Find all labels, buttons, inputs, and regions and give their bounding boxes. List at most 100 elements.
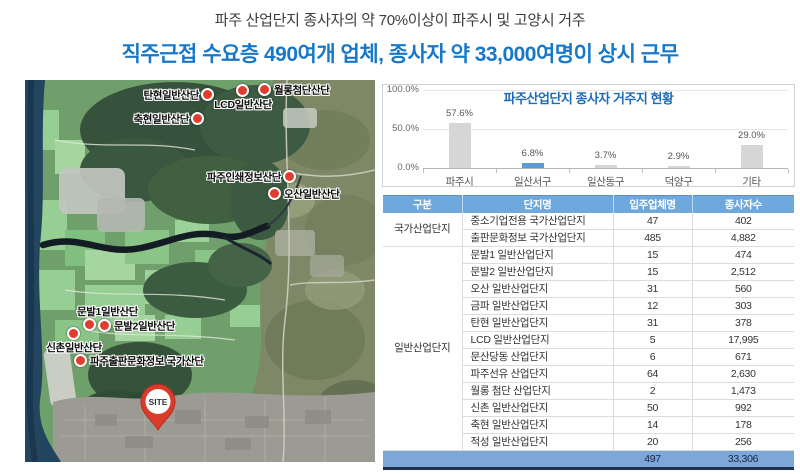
firms-cell: 6	[613, 349, 692, 366]
map-marker-label: LCD일반산단	[214, 97, 271, 112]
map-marker-label: 파주출판문화정보 국가산단	[90, 354, 204, 369]
chart-bar	[741, 145, 763, 168]
chart-bar	[595, 165, 617, 168]
workers-cell: 4,882	[692, 230, 794, 247]
chart-plot: 57.6% 6.8%3.7%2.9%29.0%	[423, 90, 788, 169]
x-axis-label: 일산동구	[569, 174, 642, 189]
map-marker: 신촌일반산단	[67, 327, 81, 341]
map-marker: 탄현일반산단	[201, 88, 215, 102]
table-header-cell: 단지명	[462, 196, 613, 214]
table-total-row: 49733,306	[383, 451, 794, 469]
x-axis-labels: 파주시일산서구일산동구덕양구기타	[423, 174, 788, 189]
axis-tick	[423, 169, 424, 173]
table-body: 국가산업단지중소기업전용 국가산업단지47402출판문화정보 국가산업단지485…	[383, 213, 794, 469]
table-header-cell: 입주업체명	[613, 196, 692, 214]
map-marker-label: 오산일반산단	[284, 187, 340, 202]
page-title: 파주 산업단지 종사자의 약 70%이상이 파주시 및 고양시 거주	[0, 9, 800, 30]
firms-cell: 14	[613, 417, 692, 434]
complex-name-cell: 문발1 일반산업단지	[462, 247, 613, 264]
firms-cell: 15	[613, 264, 692, 281]
workers-cell: 992	[692, 400, 794, 417]
workers-cell: 671	[692, 349, 794, 366]
map-marker-dot	[98, 319, 111, 332]
firms-cell: 47	[613, 213, 692, 230]
chart-bar-slot: 29.0%	[715, 90, 788, 168]
chart-bar-slot: 6.8%	[496, 90, 569, 168]
axis-tick	[496, 169, 497, 173]
table-header: 구분단지명입주업체명종사자수	[383, 196, 794, 214]
map-marker-dot	[258, 83, 271, 96]
workers-cell: 2,630	[692, 366, 794, 383]
firms-cell: 20	[613, 434, 692, 451]
firms-cell: 50	[613, 400, 692, 417]
map-marker-dot	[268, 187, 281, 200]
complex-name-cell: 금파 일반산업단지	[462, 298, 613, 315]
y-axis-tick: 0.0%	[383, 162, 419, 173]
workers-cell: 2,512	[692, 264, 794, 281]
workers-cell: 402	[692, 213, 794, 230]
map-marker-label: 축현일반산단	[133, 112, 189, 127]
complex-name-cell: 축현 일반산업단지	[462, 417, 613, 434]
complex-name-cell: 신촌 일반산업단지	[462, 400, 613, 417]
firms-cell: 64	[613, 366, 692, 383]
map-marker-label: 월롱첨단산단	[274, 83, 330, 98]
map-marker-label: 문발2일반산단	[114, 319, 175, 334]
complex-name-cell: 문발2 일반산업단지	[462, 264, 613, 281]
firms-cell: 31	[613, 281, 692, 298]
map-marker-dot	[236, 84, 249, 97]
complex-name-cell: 출판문화정보 국가산업단지	[462, 230, 613, 247]
axis-tick	[788, 169, 789, 173]
firms-cell: 12	[613, 298, 692, 315]
chart-value-label: 3.7%	[569, 150, 642, 161]
firms-cell: 2	[613, 383, 692, 400]
x-axis-ticks	[423, 169, 788, 173]
complex-name-cell: 적성 일반산업단지	[462, 434, 613, 451]
table-header-cell: 구분	[383, 196, 462, 214]
x-axis-label: 덕양구	[642, 174, 715, 189]
chart-bar	[522, 163, 544, 168]
map-marker: 오산일반산단	[268, 187, 282, 201]
map-marker: 월롱첨단산단	[258, 83, 272, 97]
map-marker: 축현일반산단	[191, 112, 205, 126]
slide: 파주 산업단지 종사자의 약 70%이상이 파주시 및 고양시 거주 직주근접 …	[0, 0, 800, 474]
map-marker: LCD일반산단	[236, 84, 250, 98]
chart-bar	[668, 166, 690, 168]
table-group-cell: 국가산업단지	[383, 213, 462, 247]
workers-cell: 1,473	[692, 383, 794, 400]
map-marker: 파주출판문화정보 국가산단	[74, 354, 88, 368]
chart-value-label: 29.0%	[715, 130, 788, 141]
map-marker-dot	[191, 112, 204, 125]
x-axis-label: 기타	[715, 174, 788, 189]
firms-cell: 5	[613, 332, 692, 349]
map-marker-label: 파주인쇄정보산단	[207, 170, 281, 185]
workers-cell: 560	[692, 281, 794, 298]
satellite-map: 탄현일반산단LCD일반산단월롱첨단산단축현일반산단파주인쇄정보산단오산일반산단문…	[25, 80, 375, 462]
workers-cell: 303	[692, 298, 794, 315]
site-pin-label: SITE	[149, 397, 168, 407]
chart-value-label: 6.8%	[496, 148, 569, 159]
complex-name-cell: 파주선유 산업단지	[462, 366, 613, 383]
map-marker-dot	[67, 327, 80, 340]
total-blank-cell	[383, 451, 613, 469]
site-pin-icon: SITE	[138, 384, 178, 432]
map-marker-dot	[283, 170, 296, 183]
residence-chart: 파주산업단지 종사자 거주지 현황 100.0% 50.0% 0.0% 57.6…	[382, 84, 795, 187]
complex-table: 구분단지명입주업체명종사자수 국가산업단지중소기업전용 국가산업단지47402출…	[383, 195, 794, 470]
x-axis-label: 파주시	[423, 174, 496, 189]
chart-value-label: 57.6%	[423, 108, 496, 119]
map-marker: 문발1일반산단	[83, 318, 97, 332]
chart-bar-slot: 2.9%	[642, 90, 715, 168]
page-subtitle: 직주근접 수요층 490여개 업체, 종사자 약 33,000여명이 상시 근무	[0, 38, 800, 68]
axis-tick	[715, 169, 716, 173]
complex-name-cell: LCD 일반산업단지	[462, 332, 613, 349]
workers-cell: 17,995	[692, 332, 794, 349]
x-axis-label: 일산서구	[496, 174, 569, 189]
map-marker-dot	[74, 354, 87, 367]
axis-tick	[569, 169, 570, 173]
chart-bar	[449, 123, 471, 168]
total-workers-cell: 33,306	[692, 451, 794, 469]
workers-cell: 178	[692, 417, 794, 434]
firms-cell: 15	[613, 247, 692, 264]
table-group-cell: 일반산업단지	[383, 247, 462, 451]
chart-bar-slot: 3.7%	[569, 90, 642, 168]
